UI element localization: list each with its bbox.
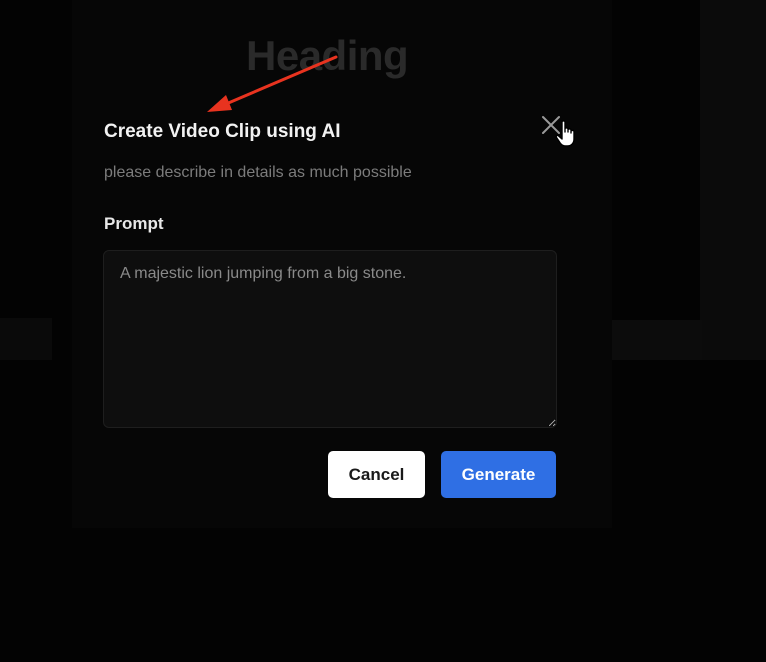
- prompt-label: Prompt: [104, 214, 164, 233]
- background-band-left: [0, 318, 52, 360]
- dialog-title: Create Video Clip using AI: [104, 121, 341, 142]
- prompt-textarea[interactable]: A majestic lion jumping from a big stone…: [103, 250, 557, 428]
- close-button[interactable]: [538, 112, 564, 138]
- background-heading: Heading: [246, 32, 409, 79]
- close-icon: [542, 116, 560, 134]
- dialog-subtitle: please describe in details as much possi…: [104, 164, 412, 181]
- background-panel: [700, 0, 766, 360]
- screen: Heading Create Video Clip using AI pleas…: [0, 0, 766, 662]
- cancel-button[interactable]: Cancel: [328, 451, 425, 498]
- generate-button[interactable]: Generate: [441, 451, 556, 498]
